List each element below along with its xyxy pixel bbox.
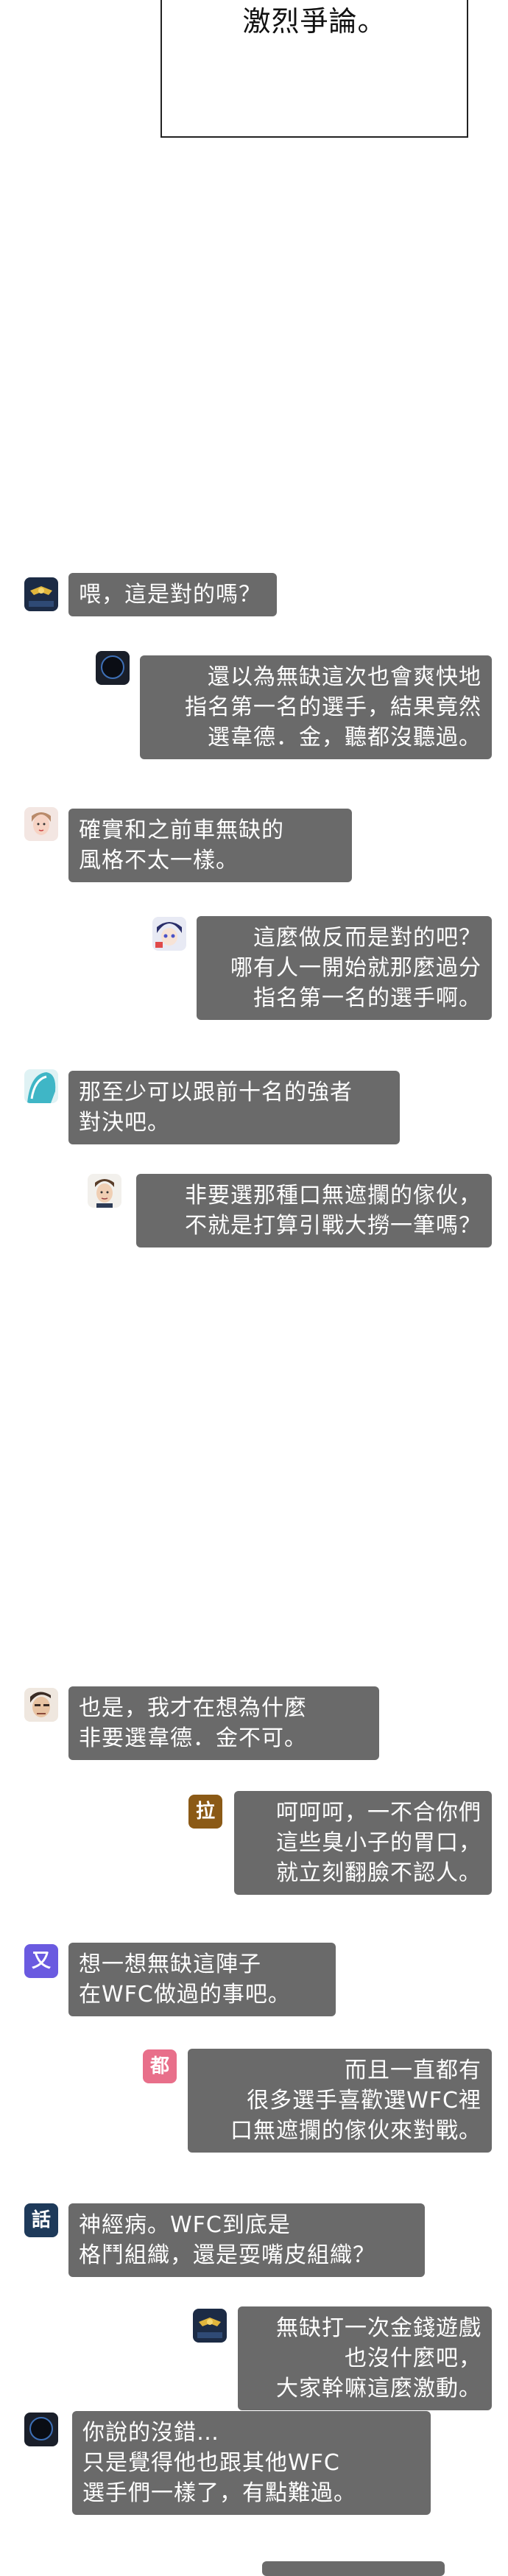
- chat-message-10: 而且一直都有 很多選手喜歡選WFC裡 口無遮攔的傢伙來對戰。: [188, 2049, 492, 2153]
- chat-message-2: 還以為無缺這次也會爽快地 指名第一名的選手，結果竟然 選韋德．金，聽都沒聽過。: [140, 655, 492, 759]
- anime-character-icon: [152, 917, 186, 951]
- chat-message-6: 非要選那種口無遮攔的傢伙， 不就是打算引戰大撈一筆嗎？: [136, 1174, 492, 1247]
- military-emblem-icon: [193, 2309, 227, 2343]
- military-emblem-icon: [24, 577, 58, 611]
- chat-message-4: 這麼做反而是對的吧？ 哪有人一開始就那麼過分 指名第一名的選手啊。: [197, 916, 492, 1020]
- narration-panel: 激烈爭論。: [160, 0, 468, 138]
- chat-message-9: 想一想無缺這陣子 在WFC做過的事吧。: [68, 1943, 336, 2016]
- avatar-dou: 都: [143, 2049, 177, 2083]
- chat-message-3: 確實和之前車無缺的 風格不太一樣。: [68, 809, 352, 882]
- chat-message-partial: [262, 2561, 445, 2576]
- narration-text: 激烈爭論。: [242, 5, 387, 38]
- chat-message-13: 你說的沒錯… 只是覺得他也跟其他WFC 選手們一樣了，有點難過。: [72, 2411, 431, 2515]
- chat-message-5: 那至少可以跟前十名的強者 對決吧。: [68, 1071, 400, 1144]
- chat-message-1: 喂，這是對的嗎？: [68, 573, 277, 616]
- dark-silhouette-icon: [96, 651, 130, 685]
- avatar-hua: 話: [24, 2203, 58, 2237]
- man-face-icon: [88, 1174, 121, 1208]
- avatar-you: 又: [24, 1944, 58, 1978]
- chat-message-7: 也是，我才在想為什麼 非要選韋德．金不可。: [68, 1686, 379, 1760]
- chat-message-8: 呵呵呵，一不合你們 這些臭小子的胃口， 就立刻翻臉不認人。: [234, 1791, 492, 1895]
- dark-silhouette-icon: [24, 2413, 58, 2446]
- chat-message-12: 無缺打一次金錢遊戲 也沒什麼吧， 大家幹嘛這麼激動。: [238, 2306, 492, 2410]
- woman-face-icon: [24, 807, 58, 841]
- teal-hair-icon: [24, 1069, 58, 1103]
- chat-message-11: 神經病。WFC到底是 格鬥組織，還是耍嘴皮組織？: [68, 2203, 425, 2277]
- man-profile-icon: [24, 1688, 58, 1722]
- avatar-la: 拉: [188, 1795, 222, 1829]
